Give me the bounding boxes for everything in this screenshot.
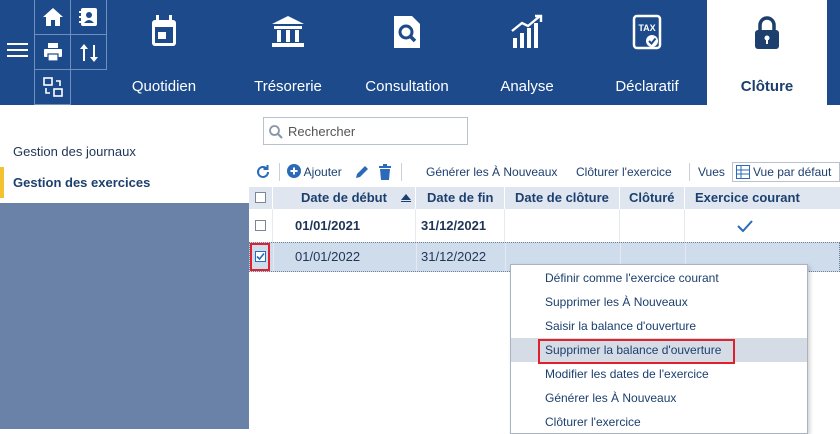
tab-tresorerie[interactable]: Trésorerie: [231, 0, 345, 105]
cell-cloture: [505, 209, 620, 243]
menu-item-enter-opening-balance[interactable]: Saisir la balance d'ouverture: [511, 314, 807, 338]
toolbar-divider: [279, 163, 280, 181]
context-menu: Définir comme l'exercice courant Supprim…: [510, 264, 808, 434]
generate-a-nouveaux-button[interactable]: Générer les À Nouveaux: [426, 161, 557, 183]
column-header-label: Date de clôture: [515, 190, 609, 205]
add-button[interactable]: Ajouter: [287, 161, 342, 183]
cell-fin: 31/12/2022: [417, 243, 506, 271]
quick-actions: [35, 0, 107, 105]
views-select-value: Vue par défaut: [753, 165, 832, 179]
tab-label: Trésorerie: [254, 78, 322, 95]
tab-cloture[interactable]: Clôture: [707, 0, 827, 105]
tab-label: Analyse: [500, 78, 554, 95]
sidebar-item-label: Gestion des journaux: [13, 144, 136, 159]
tab-consultation[interactable]: Consultation: [350, 0, 464, 105]
cell-fin: 31/12/2021: [416, 209, 505, 243]
top-ribbon: Quotidien Trésorerie Consultation Analys…: [0, 0, 840, 105]
table-header: Date de début Date de fin Date de clôtur…: [249, 187, 840, 209]
row-checkbox[interactable]: [255, 220, 266, 231]
cell-cloture-flag: [620, 209, 685, 243]
grid-view-icon: [736, 165, 750, 179]
views-label: Vues: [698, 165, 725, 179]
bar-chart-icon: [510, 14, 544, 55]
column-header-courant[interactable]: Exercice courant: [685, 187, 802, 209]
sidebar: Gestion des journaux Gestion des exercic…: [0, 105, 249, 429]
row-checkbox-cell: [249, 209, 273, 243]
tab-label: Déclaratif: [615, 78, 679, 95]
toolbar-divider: [401, 163, 402, 181]
column-header-label: Date de début: [301, 190, 387, 205]
table-row[interactable]: 01/01/2021 31/12/2021: [249, 209, 840, 243]
menu-item-close-exercise[interactable]: Clôturer l'exercice: [511, 410, 807, 434]
cell-debut: 01/01/2021: [273, 209, 416, 243]
select-all-cell: [249, 187, 273, 209]
delete-icon[interactable]: [378, 161, 392, 183]
tax-icon-text: TAX: [638, 23, 655, 33]
lock-icon: [752, 14, 782, 57]
column-header-fin[interactable]: Date de fin: [416, 187, 505, 209]
toolbar: Ajouter Générer les À Nouveaux Clôturer …: [249, 161, 840, 183]
search-box: [263, 117, 468, 145]
refresh-icon[interactable]: [255, 161, 271, 183]
home-icon[interactable]: [35, 0, 71, 35]
search-input[interactable]: [286, 122, 461, 140]
column-header-label: Date de fin: [427, 190, 494, 205]
sort-icon[interactable]: [71, 35, 107, 70]
add-button-label: Ajouter: [303, 165, 342, 179]
column-header-cloture-flag[interactable]: Clôturé: [620, 187, 685, 209]
views-select[interactable]: Vue par défaut: [732, 162, 840, 182]
annotation-highlight-menu-item: [538, 339, 735, 364]
annotation-highlight-checkbox: [250, 243, 270, 271]
column-header-debut[interactable]: Date de début: [273, 187, 416, 209]
document-search-icon: [392, 14, 422, 55]
bank-icon: [270, 14, 306, 55]
plus-circle-icon: [287, 164, 301, 178]
menu-item-delete-a-nouveaux[interactable]: Supprimer les À Nouveaux: [511, 290, 807, 314]
menu-item-set-current[interactable]: Définir comme l'exercice courant: [511, 266, 807, 290]
menu-item-edit-dates[interactable]: Modifier les dates de l'exercice: [511, 362, 807, 386]
column-header-label: Exercice courant: [695, 190, 800, 205]
cell-courant: [685, 209, 802, 243]
tab-quotidien[interactable]: Quotidien: [107, 0, 221, 105]
tab-declaratif[interactable]: TAX Déclaratif: [590, 0, 704, 105]
select-all-checkbox[interactable]: [255, 192, 266, 203]
tab-label: Consultation: [365, 78, 449, 95]
print-icon[interactable]: [35, 35, 71, 70]
sidebar-item-journaux[interactable]: Gestion des journaux: [0, 136, 249, 167]
transfer-icon[interactable]: [35, 70, 71, 105]
tax-document-icon: TAX: [632, 14, 662, 57]
search-icon: [269, 125, 283, 139]
sidebar-item-label: Gestion des exercices: [13, 175, 151, 190]
tab-label: Clôture: [740, 78, 794, 95]
sidebar-item-exercices[interactable]: Gestion des exercices: [0, 167, 249, 198]
sort-ascending-icon: [401, 194, 411, 202]
column-header-cloture[interactable]: Date de clôture: [505, 187, 620, 209]
tab-analyse[interactable]: Analyse: [470, 0, 584, 105]
edit-icon[interactable]: [354, 161, 370, 183]
contacts-icon[interactable]: [71, 0, 107, 35]
column-header-label: Clôturé: [629, 190, 675, 205]
close-exercise-button[interactable]: Clôturer l'exercice: [576, 161, 672, 183]
tab-label: Quotidien: [131, 78, 197, 95]
hamburger-menu-icon[interactable]: [0, 0, 35, 105]
calendar-icon: [150, 14, 178, 55]
toolbar-divider: [689, 163, 690, 181]
menu-item-generate-a-nouveaux[interactable]: Générer les À Nouveaux: [511, 386, 807, 410]
cell-debut: 01/01/2022: [274, 243, 417, 271]
checkmark-icon: [737, 220, 753, 232]
